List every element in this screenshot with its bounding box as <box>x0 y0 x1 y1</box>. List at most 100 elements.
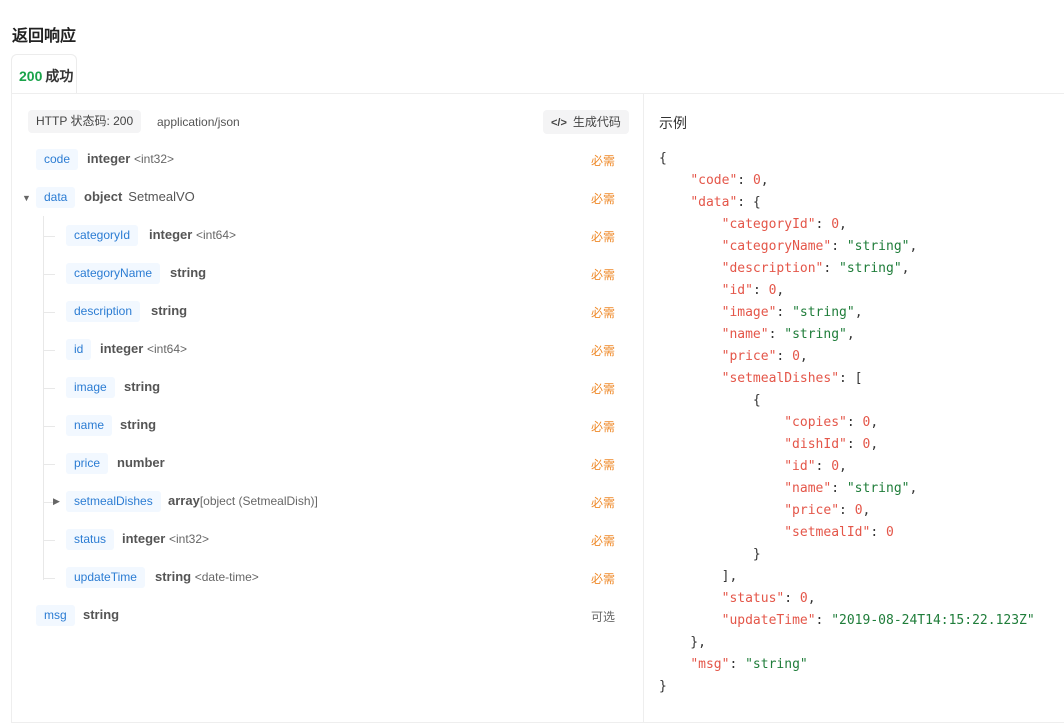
json-line: "setmealId": 0 <box>784 525 894 540</box>
field-type-updateTime-format: <date-time> <box>194 570 259 584</box>
field-type-setmealDishes: array[object (SetmealDish)] <box>168 493 318 508</box>
json-example-code: { "code": 0, "data": { "categoryId": 0, … <box>659 148 1035 698</box>
json-line: }, <box>659 635 706 650</box>
field-type-categoryId-format: <int64> <box>195 228 237 242</box>
field-type-status: integer <int32> <box>122 531 209 546</box>
field-type-data-name: SetmealVO <box>128 189 195 204</box>
code-icon: </> <box>551 117 567 129</box>
triangle-right-icon[interactable]: ▶ <box>53 496 60 507</box>
field-type-code: integer <int32> <box>87 151 174 166</box>
json-line: } <box>659 547 761 562</box>
field-name-image[interactable]: image <box>66 377 115 398</box>
required-badge-setmealDishes: 必需 <box>591 496 616 510</box>
field-type-status-format: <int32> <box>168 532 210 546</box>
field-name-updateTime[interactable]: updateTime <box>66 567 145 588</box>
field-type-code-base: integer <box>87 151 131 166</box>
json-line: "categoryId": 0, <box>721 217 847 232</box>
tree-guide-branch <box>43 464 55 465</box>
field-type-categoryId-base: integer <box>149 227 193 242</box>
field-type-image: string <box>124 379 161 394</box>
field-type-id: integer <int64> <box>100 341 187 356</box>
field-type-msg: string <box>83 607 120 622</box>
tree-guide-branch <box>43 236 55 237</box>
content-type-label: application/json <box>157 115 240 129</box>
json-line: "updateTime": "2019-08-24T14:15:22.123Z" <box>721 613 1035 628</box>
required-badge-categoryName: 必需 <box>591 268 616 282</box>
field-type-data-base: object <box>84 189 123 204</box>
required-badge-image: 必需 <box>591 382 616 396</box>
json-line: "status": 0, <box>721 591 816 606</box>
field-name-description[interactable]: description <box>66 301 141 322</box>
json-line: "categoryName": "string", <box>721 239 918 254</box>
field-type-id-base: integer <box>100 341 144 356</box>
json-line: "name": "string", <box>784 481 918 496</box>
json-line: "copies": 0, <box>784 415 879 430</box>
required-badge-description: 必需 <box>591 306 616 320</box>
field-type-id-format: <int64> <box>146 342 188 356</box>
field-type-categoryId: integer <int64> <box>149 227 236 242</box>
field-type-setmealDishes-base: array <box>168 493 200 508</box>
field-type-categoryName: string <box>170 265 207 280</box>
json-line: ], <box>659 569 738 584</box>
json-line: "name": "string", <box>721 327 855 342</box>
tree-guide-branch <box>43 578 55 579</box>
example-title: 示例 <box>659 115 687 131</box>
field-type-data: object SetmealVO <box>84 189 195 204</box>
panel-divider <box>643 93 644 723</box>
json-line: } <box>659 679 667 694</box>
field-name-data[interactable]: data <box>36 187 76 208</box>
field-name-categoryName[interactable]: categoryName <box>66 263 161 284</box>
tree-guide-branch <box>43 540 55 541</box>
required-badge-status: 必需 <box>591 534 616 548</box>
required-badge-data: 必需 <box>591 192 616 206</box>
response-section-title: 返回响应 <box>12 28 77 45</box>
field-type-updateTime-base: string <box>155 569 192 584</box>
json-line: "id": 0, <box>721 283 785 298</box>
json-line: "price": 0, <box>784 503 871 518</box>
field-name-code[interactable]: code <box>36 149 79 170</box>
triangle-down-icon[interactable]: ▼ <box>22 193 31 203</box>
http-status-pill: HTTP 状态码: 200 <box>28 110 142 133</box>
required-badge-price: 必需 <box>591 458 616 472</box>
required-badge-id: 必需 <box>591 344 616 358</box>
field-type-setmealDishes-format: [object (SetmealDish)] <box>199 494 318 508</box>
tab-status-label: 成功 <box>45 68 74 84</box>
json-line: "code": 0, <box>690 173 769 188</box>
field-name-status[interactable]: status <box>66 529 115 550</box>
field-name-price[interactable]: price <box>66 453 109 474</box>
field-name-id[interactable]: id <box>66 339 92 360</box>
field-name-setmealDishes[interactable]: setmealDishes <box>66 491 161 512</box>
json-line: "id": 0, <box>784 459 847 474</box>
json-line: { <box>659 151 667 166</box>
required-badge-code: 必需 <box>591 154 616 168</box>
tree-guide-branch <box>43 274 55 275</box>
json-line: "description": "string", <box>721 261 910 276</box>
json-line: "msg": "string" <box>690 657 808 672</box>
field-type-updateTime: string <date-time> <box>155 569 259 584</box>
field-type-status-base: integer <box>122 531 166 546</box>
field-name-categoryId[interactable]: categoryId <box>66 225 139 246</box>
required-badge-name: 必需 <box>591 420 616 434</box>
json-line: { <box>659 393 761 408</box>
required-badge-categoryId: 必需 <box>591 230 616 244</box>
required-badge-updateTime: 必需 <box>591 572 616 586</box>
tree-guide-branch <box>43 312 55 313</box>
tree-guide-line <box>43 216 44 580</box>
field-type-description: string <box>151 303 188 318</box>
generate-code-button[interactable]: </> 生成代码 <box>543 110 629 134</box>
optional-badge-msg: 可选 <box>591 610 616 624</box>
tab-status-code: 200 <box>19 68 43 84</box>
json-line: "dishId": 0, <box>784 437 879 452</box>
field-type-price: number <box>117 455 165 470</box>
tab-200-success[interactable]: 200 成功 <box>11 54 77 94</box>
generate-code-label: 生成代码 <box>572 115 621 129</box>
field-type-code-format: <int32> <box>133 152 175 166</box>
field-name-name[interactable]: name <box>66 415 113 436</box>
field-type-name: string <box>120 417 157 432</box>
field-name-msg[interactable]: msg <box>36 605 75 626</box>
json-line: "image": "string", <box>721 305 863 320</box>
tree-guide-branch <box>43 388 55 389</box>
json-line: "price": 0, <box>721 349 808 364</box>
tree-guide-branch <box>43 350 55 351</box>
json-line: "data": { <box>690 195 761 210</box>
